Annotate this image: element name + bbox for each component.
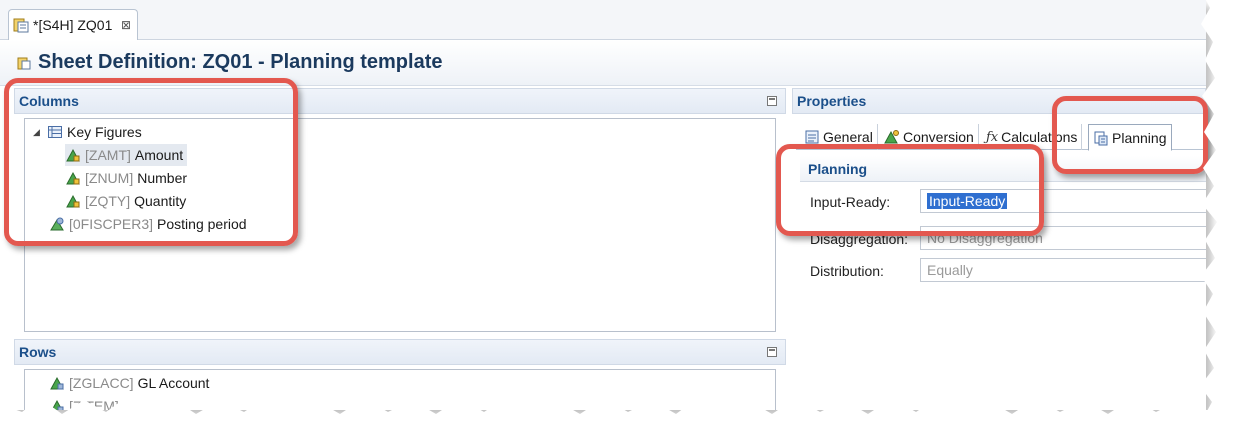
distribution-dropdown[interactable]: Equally bbox=[920, 258, 1206, 282]
general-icon bbox=[804, 129, 820, 145]
rows-section-header: Rows bbox=[14, 339, 786, 365]
distribution-value: Equally bbox=[927, 262, 973, 278]
minimize-icon[interactable] bbox=[767, 96, 777, 106]
rows-title: Rows bbox=[19, 344, 57, 360]
editor-tab-strip: *[S4H] ZQ01 ⊠ bbox=[0, 0, 1206, 40]
close-icon[interactable]: ⊠ bbox=[121, 18, 131, 32]
tree-node-zitem[interactable]: [ZITEM] Ite bbox=[49, 395, 138, 410]
characteristic-label: Ite bbox=[122, 398, 139, 410]
sheet-definition-icon bbox=[13, 17, 29, 33]
editor-tab-label: *[S4H] ZQ01 bbox=[33, 17, 113, 33]
tree-node-zglacc[interactable]: [ZGLACC] GL Account bbox=[49, 372, 209, 394]
conversion-icon bbox=[884, 129, 900, 145]
annotation-frame-input-ready bbox=[776, 144, 1044, 236]
properties-title: Properties bbox=[797, 93, 867, 109]
minimize-icon[interactable] bbox=[767, 347, 777, 357]
tab-general-label: General bbox=[823, 129, 873, 145]
editor-tab-zq01[interactable]: *[S4H] ZQ01 ⊠ bbox=[8, 9, 138, 40]
tech-name: [ZGLACC] bbox=[69, 375, 134, 391]
annotation-frame-planning-tab bbox=[1052, 96, 1208, 174]
distribution-label: Distribution: bbox=[810, 263, 884, 279]
tech-name: [ZITEM] bbox=[69, 398, 119, 410]
formula-icon: ƒx bbox=[986, 129, 999, 145]
annotation-frame-columns bbox=[4, 78, 298, 246]
characteristic-icon bbox=[49, 398, 65, 410]
page-title: Sheet Definition: ZQ01 - Planning templa… bbox=[38, 51, 443, 73]
rows-tree[interactable]: [ZGLACC] GL Account [ZITEM] Ite bbox=[24, 369, 776, 410]
rows-section: Rows [ZGLACC] GL Account [ZITEM] Ite bbox=[14, 339, 786, 410]
tab-conversion-label: Conversion bbox=[903, 129, 974, 145]
characteristic-label: GL Account bbox=[137, 375, 210, 391]
sheet-definition-icon bbox=[16, 55, 32, 71]
characteristic-icon bbox=[49, 375, 65, 391]
